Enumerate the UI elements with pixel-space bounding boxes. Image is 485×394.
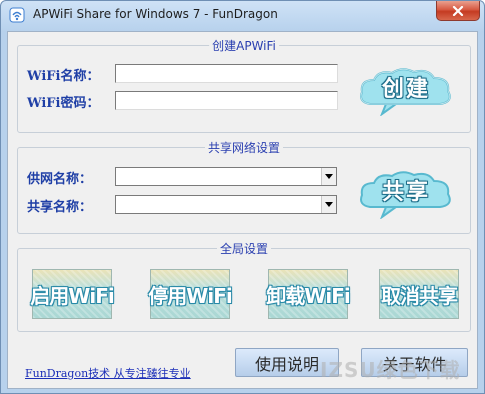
app-window: APWiFi Share for Windows 7 - FunDragon 创… (0, 0, 485, 394)
enable-wifi-label: 启用WiFi (30, 283, 114, 308)
global-group-legend: 全局设置 (216, 240, 272, 257)
dropdown-arrow-icon[interactable] (321, 196, 336, 213)
share-network-group: 共享网络设置 供网名称： 共享名称： 共享 (17, 139, 471, 234)
provider-name-label: 供网名称： (27, 172, 93, 187)
enable-wifi-button[interactable]: 启用WiFi (30, 269, 115, 319)
uninstall-wifi-label: 卸载WiFi (266, 283, 350, 308)
create-group-legend: 创建APWiFi (209, 37, 279, 54)
share-button-label: 共享 (381, 180, 430, 205)
close-icon (452, 1, 464, 20)
cancel-share-button[interactable]: 取消共享 (379, 269, 459, 319)
wifi-name-input[interactable] (115, 64, 338, 83)
wifi-app-icon (9, 7, 25, 23)
create-button-label: 创建 (381, 77, 430, 102)
help-button-label: 使用说明 (254, 354, 319, 374)
about-button[interactable]: 关于软件 (361, 348, 468, 377)
window-title: APWiFi Share for Windows 7 - FunDragon (33, 7, 278, 21)
title-bar[interactable]: APWiFi Share for Windows 7 - FunDragon (1, 1, 484, 31)
share-group-legend: 共享网络设置 (204, 139, 284, 156)
wifi-password-input[interactable] (115, 91, 338, 110)
share-name-select[interactable] (115, 195, 337, 214)
close-button[interactable] (436, 1, 480, 21)
disable-wifi-label: 停用WiFi (148, 283, 232, 308)
client-area: 创建APWiFi WiFi名称： WiFi密码： 创建 共享网络设置 供网名称： (7, 31, 478, 389)
share-button[interactable]: 共享 (356, 167, 456, 219)
wifi-name-label: WiFi名称： (27, 69, 100, 84)
about-button-label: 关于软件 (382, 354, 447, 374)
create-button[interactable]: 创建 (356, 64, 456, 116)
cancel-share-label: 取消共享 (381, 283, 458, 308)
create-apwifi-group: 创建APWiFi WiFi名称： WiFi密码： 创建 (17, 37, 471, 133)
uninstall-wifi-button[interactable]: 卸载WiFi (266, 269, 351, 319)
wifi-password-label: WiFi密码： (27, 96, 100, 111)
global-settings-group: 全局设置 启用WiFi 停用WiFi 卸载WiFi 取消共享 (17, 240, 471, 332)
disable-wifi-button[interactable]: 停用WiFi (148, 269, 233, 319)
dropdown-arrow-icon[interactable] (321, 168, 336, 185)
provider-name-select[interactable] (115, 167, 337, 186)
fundragon-link[interactable]: FunDragon技术 从专注臻往专业 (25, 365, 191, 381)
help-button[interactable]: 使用说明 (235, 348, 339, 377)
share-name-label: 共享名称： (27, 200, 93, 215)
